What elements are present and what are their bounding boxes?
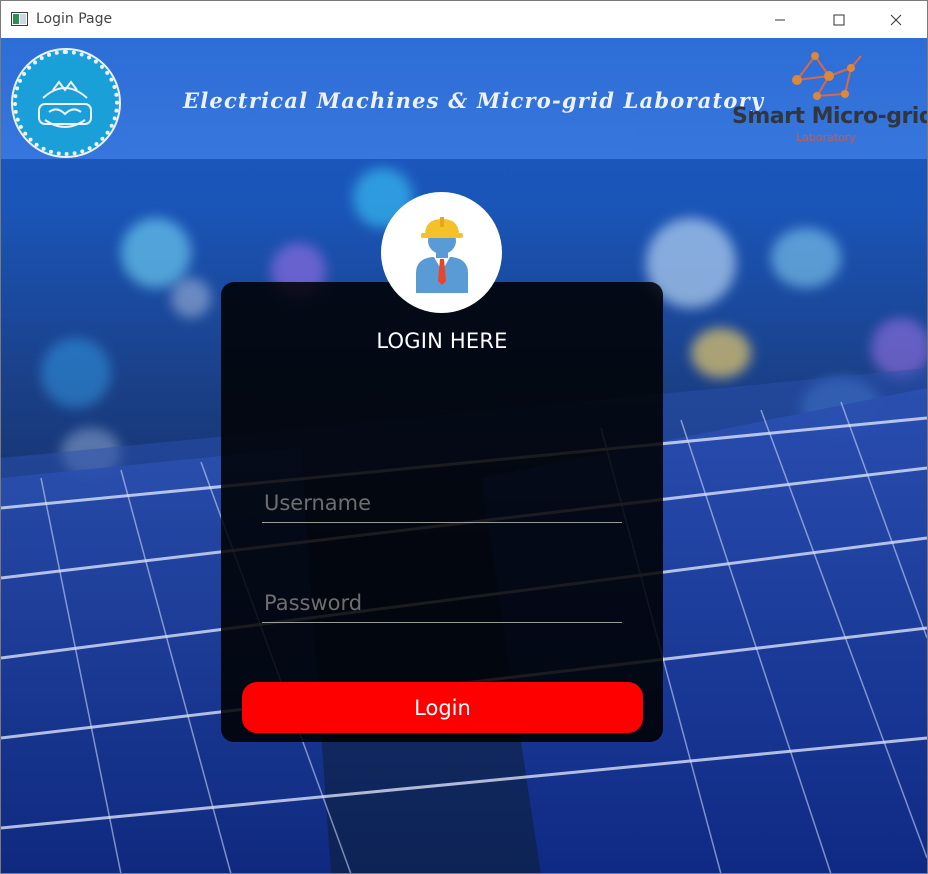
- login-button[interactable]: Login: [242, 682, 643, 733]
- lab-title: Electrical Machines & Micro-grid Laborat…: [183, 88, 765, 113]
- university-logo: [13, 50, 119, 156]
- login-heading: LOGIN HERE: [376, 329, 508, 353]
- minimize-icon[interactable]: [757, 1, 803, 38]
- smart-microgrid-subtitle: Laboratory: [796, 131, 856, 144]
- title-bar[interactable]: Login Page: [1, 1, 927, 38]
- header-banner: Electrical Machines & Micro-grid Laborat…: [1, 38, 927, 159]
- close-icon[interactable]: [873, 1, 919, 38]
- window-title: Login Page: [36, 11, 113, 27]
- username-input[interactable]: [262, 483, 622, 523]
- smart-microgrid-name: Smart Micro-grid: [732, 104, 927, 129]
- app-icon: [11, 12, 28, 26]
- smart-microgrid-logo: Smart Micro-grid Laboratory: [732, 50, 927, 156]
- maximize-icon[interactable]: [816, 1, 862, 38]
- login-window: Login Page Electrical Machines & Micro-g…: [0, 0, 928, 874]
- password-input[interactable]: [262, 583, 622, 623]
- engineer-avatar-icon: [381, 192, 502, 313]
